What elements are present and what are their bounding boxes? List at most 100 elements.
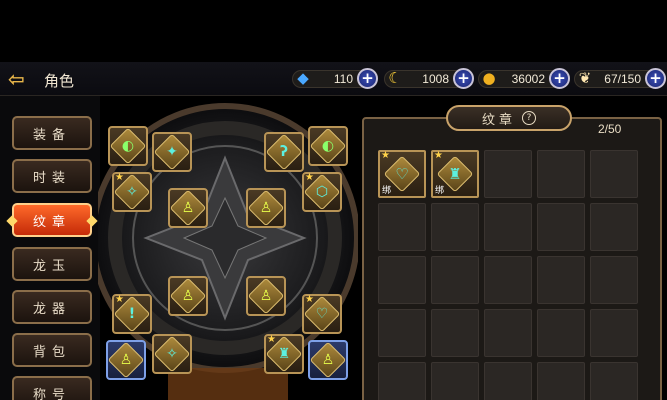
- wheel-slot[interactable]: ♙: [246, 188, 286, 228]
- inventory-cell-empty[interactable]: [431, 362, 479, 400]
- wheel-slot[interactable]: ✧ ★: [112, 172, 152, 212]
- star-icon: ★: [305, 172, 314, 183]
- wheel-slot[interactable]: ♡ ★: [302, 294, 342, 334]
- inventory-cell-empty[interactable]: [484, 256, 532, 304]
- wheel-slot[interactable]: ♙: [168, 188, 208, 228]
- inventory-cell-empty[interactable]: [378, 309, 426, 357]
- tab-dragon-jade[interactable]: 龙玉: [12, 247, 92, 281]
- flame-emblem-icon: ♙: [259, 288, 273, 304]
- wheel-slot[interactable]: ◐: [108, 126, 148, 166]
- inventory-cell-empty[interactable]: [590, 203, 638, 251]
- bound-label: 绑: [435, 186, 445, 196]
- crescent-icon: ☾: [388, 69, 402, 87]
- tab-costume[interactable]: 时装: [12, 159, 92, 193]
- resource-gold: 36002 ● +: [478, 67, 570, 91]
- resource-diamond: 110 ◆ +: [292, 67, 378, 91]
- wing-icon: ❦: [578, 69, 592, 87]
- inventory-cell-empty[interactable]: [431, 256, 479, 304]
- wheel-slot[interactable]: ♙: [106, 340, 146, 380]
- inventory-cell-empty[interactable]: [484, 362, 532, 400]
- inventory-cell-empty[interactable]: [378, 256, 426, 304]
- inventory-cell-empty[interactable]: [431, 309, 479, 357]
- wheel-slot[interactable]: ♙: [246, 276, 286, 316]
- add-crescent-button[interactable]: +: [453, 68, 474, 89]
- flame-emblem-icon: ♙: [321, 352, 335, 368]
- inventory-cell-heart[interactable]: ♡ ★ 绑: [378, 150, 426, 198]
- inventory-cell-empty[interactable]: [590, 256, 638, 304]
- bound-label: 绑: [382, 186, 392, 196]
- add-stamina-button[interactable]: +: [645, 68, 666, 89]
- flame-emblem-icon: ♙: [259, 200, 273, 216]
- tab-label: 称号: [32, 387, 71, 400]
- inventory-cell-empty[interactable]: [537, 203, 585, 251]
- star-icon: ★: [434, 150, 443, 161]
- runner-emblem-icon: ✧: [126, 184, 138, 200]
- inventory-cell-empty[interactable]: [484, 309, 532, 357]
- tab-label: 时装: [32, 170, 71, 186]
- tab-title[interactable]: 称号: [12, 376, 92, 400]
- tab-label: 背包: [32, 344, 71, 360]
- resource-stamina: 67/150 ❦ +: [574, 67, 666, 91]
- inventory-cell-empty[interactable]: [484, 203, 532, 251]
- tab-equipment[interactable]: 装备: [12, 116, 92, 150]
- back-arrow-icon[interactable]: ⇦: [8, 68, 34, 90]
- heart-emblem-icon: ♡: [395, 165, 409, 183]
- inventory-cell-empty[interactable]: [537, 362, 585, 400]
- heart-emblem-icon: ♡: [315, 306, 329, 322]
- wheel-slot[interactable]: ✦: [152, 132, 192, 172]
- tab-label: 龙器: [32, 301, 71, 317]
- exclaim-emblem-icon: !: [128, 306, 136, 322]
- inventory-cell-empty[interactable]: [378, 203, 426, 251]
- inventory-cell-empty[interactable]: [590, 362, 638, 400]
- star-icon: ★: [115, 172, 124, 183]
- inventory-cell-warrior[interactable]: ♜ ★ 绑: [431, 150, 479, 198]
- inventory-cell-empty[interactable]: [537, 256, 585, 304]
- tab-label: 龙玉: [32, 258, 71, 274]
- star-icon: ★: [115, 294, 124, 305]
- resource-crescent: 1008 ☾ +: [384, 67, 474, 91]
- gold-coin-icon: ●: [482, 69, 496, 87]
- page-title: 角色: [44, 72, 75, 90]
- help-icon[interactable]: ?: [522, 111, 536, 125]
- flame-emblem-icon: ♙: [181, 288, 195, 304]
- emblem-count: 2/50: [598, 122, 622, 136]
- wheel-slot[interactable]: ♜ ★: [264, 334, 304, 374]
- inventory-cell-empty[interactable]: [378, 362, 426, 400]
- wheel-slot[interactable]: ʔ: [264, 132, 304, 172]
- add-diamond-button[interactable]: +: [357, 68, 378, 89]
- emblem-panel-title: 纹章: [481, 112, 516, 128]
- flame-emblem-icon: ♙: [119, 352, 133, 368]
- runner-emblem-icon: ✧: [166, 346, 178, 362]
- emblem-inventory-grid: ♡ ★ 绑 ♜ ★ 绑: [378, 150, 638, 400]
- swirl-emblem-icon: ʔ: [279, 144, 289, 160]
- inventory-cell-empty[interactable]: [537, 150, 585, 198]
- flame-emblem-icon: ♙: [181, 200, 195, 216]
- inventory-cell-empty[interactable]: [590, 150, 638, 198]
- inventory-cell-empty[interactable]: [590, 309, 638, 357]
- wheel-slot[interactable]: ⬡ ★: [302, 172, 342, 212]
- emblem-panel-header: 纹章 ?: [446, 105, 572, 131]
- wheel-slot[interactable]: ✧: [152, 334, 192, 374]
- shield-emblem-icon: ✦: [166, 144, 178, 160]
- emblem-wheel: ◐ ✦ ʔ ◐ ✧ ★ ♙ ♙ ⬡ ★ ♙ ♙ ! ★ ♡ ★ ♙ ✧ ♜ ★ …: [98, 98, 358, 400]
- wheel-slot[interactable]: ◐: [308, 126, 348, 166]
- wheel-slot[interactable]: ♙: [308, 340, 348, 380]
- star-icon: ★: [305, 294, 314, 305]
- add-gold-button[interactable]: +: [549, 68, 570, 89]
- inventory-cell-empty[interactable]: [537, 309, 585, 357]
- tab-backpack[interactable]: 背包: [12, 333, 92, 367]
- warrior-emblem-icon: ♜: [448, 165, 462, 183]
- wheel-slot[interactable]: ♙: [168, 276, 208, 316]
- wheel-slot[interactable]: ! ★: [112, 294, 152, 334]
- star-icon: ★: [381, 150, 390, 161]
- inventory-cell-empty[interactable]: [484, 150, 532, 198]
- tab-label: 装备: [32, 127, 71, 143]
- shield-emblem-icon: ⬡: [315, 184, 329, 200]
- inventory-cell-empty[interactable]: [431, 203, 479, 251]
- tab-emblem[interactable]: 纹章: [6, 203, 98, 237]
- tab-dragon-artifact[interactable]: 龙器: [12, 290, 92, 324]
- tab-label: 纹章: [32, 214, 71, 230]
- warrior-emblem-icon: ♜: [277, 346, 291, 362]
- moon-emblem-icon: ◐: [321, 138, 335, 154]
- star-icon: ★: [267, 334, 276, 345]
